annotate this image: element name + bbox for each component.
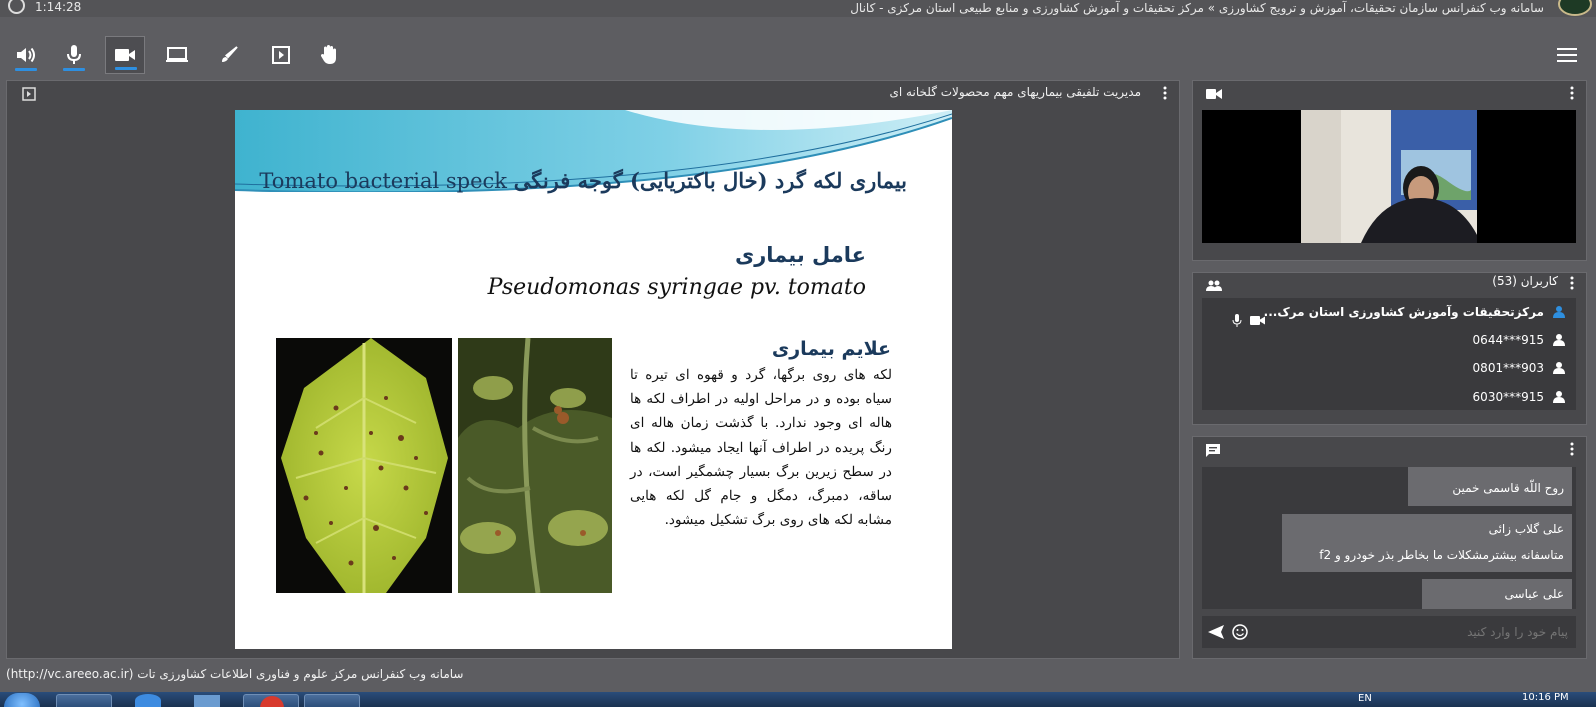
user-camera-icon — [1250, 316, 1265, 325]
taskbar-ie-icon[interactable] — [135, 694, 161, 707]
agent-name: Pseudomonas syringae pv. tomato — [487, 275, 866, 300]
user-microphone-icon — [1232, 314, 1242, 327]
chrome-icon — [260, 696, 284, 707]
taskbar-app-icon[interactable] — [194, 695, 220, 707]
users-title: کاربران (53) — [1492, 274, 1558, 288]
chat-icon — [1206, 444, 1220, 457]
users-list: مرکزتحقیقات وآموزش کشاورزی استان مرک... … — [1202, 298, 1576, 410]
whiteboard-button[interactable] — [209, 36, 249, 74]
taskbar-language[interactable]: EN — [1358, 693, 1372, 704]
microphone-icon — [67, 45, 81, 64]
emoji-icon[interactable] — [1232, 624, 1248, 640]
chat-messages: روح اللّه قاسمی خمین علی گلاب زائی متاسف… — [1202, 467, 1576, 609]
video-camera-icon — [1206, 89, 1222, 99]
users-options-icon[interactable] — [1570, 276, 1574, 290]
user-icon — [1553, 334, 1565, 346]
chat-message: علی گلاب زائی متاسفانه بیشترمشکلات ما بخ… — [1282, 514, 1572, 572]
user-item[interactable]: 915***0644 — [1473, 333, 1566, 347]
footer-text: سامانه وب کنفرانس مرکز علوم و فناوری اطل… — [6, 667, 464, 681]
agent-heading: عامل بیماری — [734, 243, 866, 267]
camera-icon — [115, 49, 135, 61]
symptoms-heading: علایم بیماری — [771, 338, 891, 360]
presentation-title: مدیریت تلفیقی بیماریهای مهم محصولات گلخا… — [889, 85, 1142, 99]
user-item[interactable]: 915***6030 — [1473, 390, 1566, 404]
brush-icon — [222, 46, 238, 62]
chat-message: علی عباسی — [1422, 579, 1572, 609]
speaker-icon — [17, 47, 35, 63]
menu-icon — [1557, 48, 1577, 62]
user-name: مرکزتحقیقات وآموزش کشاورزی استان مرک... — [1263, 305, 1544, 319]
leaf-spots-photo — [276, 338, 452, 593]
user-item[interactable]: مرکزتحقیقات وآموزش کشاورزی استان مرک... — [1264, 305, 1566, 319]
stem-spots-photo — [458, 338, 612, 593]
taskbar-app[interactable] — [304, 694, 360, 707]
title-bar: 1:14:28 سامانه وب کنفرانس سازمان تحقیقات… — [0, 0, 1596, 17]
symptoms-text: لکه های روی برگها، گرد و قهوه ای تیره تا… — [630, 367, 892, 529]
slide-title: بیماری لکه گرد (خال باکتریایی) گوجه فرنگ… — [259, 168, 907, 193]
chat-message-text: روح اللّه قاسمی خمین — [1452, 481, 1564, 495]
chat-message-sender: علی گلاب زائی — [1488, 522, 1564, 536]
send-icon[interactable] — [1208, 625, 1224, 639]
window-title: سامانه وب کنفرانس سازمان تحقیقات، آموزش … — [850, 1, 1544, 15]
windows-taskbar: EN 10:16 PM — [0, 692, 1596, 707]
presenter-video-feed — [1301, 110, 1477, 243]
user-name: 915***6030 — [1472, 390, 1544, 404]
raise-hand-icon — [320, 45, 336, 64]
user-name: 915***0644 — [1472, 333, 1544, 347]
taskbar-chrome[interactable] — [243, 694, 299, 707]
chat-message: روح اللّه قاسمی خمین — [1408, 467, 1572, 506]
user-name: 903***0801 — [1472, 361, 1544, 375]
start-button[interactable] — [4, 693, 40, 707]
user-icon — [1553, 362, 1565, 374]
slide: بیماری لکه گرد (خال باکتریایی) گوجه فرنگ… — [235, 110, 952, 649]
elapsed-time: 1:14:28 — [35, 0, 82, 14]
toolbar — [0, 32, 1596, 76]
webcam-panel — [1192, 80, 1587, 261]
raise-hand-button[interactable] — [309, 36, 349, 74]
chat-panel: روح اللّه قاسمی خمین علی گلاب زائی متاسف… — [1192, 436, 1587, 659]
users-panel: کاربران (53) مرکزتحقیقات وآموزش کشاورزی … — [1192, 272, 1587, 425]
chat-input[interactable] — [1256, 620, 1568, 644]
camera-button[interactable] — [105, 36, 145, 74]
slide-title-fa: بیماری لکه گرد (خال باکتریایی) گوجه فرنگ… — [513, 168, 907, 193]
organization-logo — [1558, 0, 1592, 16]
slide-title-en: Tomato bacterial speck — [259, 169, 508, 193]
webcam-options-icon[interactable] — [1570, 86, 1574, 100]
minimize-presentation-icon[interactable] — [22, 87, 36, 101]
user-item[interactable]: 903***0801 — [1473, 361, 1566, 375]
main-menu-button[interactable] — [1547, 36, 1587, 74]
media-button[interactable] — [261, 36, 301, 74]
speaker-button[interactable] — [6, 36, 46, 74]
screen-share-icon — [166, 47, 188, 62]
webcam-video — [1202, 110, 1576, 243]
chat-options-icon[interactable] — [1570, 442, 1574, 456]
clock-icon — [8, 0, 25, 14]
microphone-button[interactable] — [54, 36, 94, 74]
chat-message-text: علی عباسی — [1504, 587, 1564, 601]
chat-input-bar — [1202, 616, 1576, 648]
chat-message-text: متاسفانه بیشترمشکلات ما بخاطر بذر خودرو … — [1319, 548, 1564, 562]
users-icon — [1206, 280, 1222, 291]
taskbar-clock[interactable]: 10:16 PM — [1522, 692, 1569, 703]
user-icon — [1553, 391, 1565, 403]
play-icon — [272, 46, 290, 64]
screen-share-button[interactable] — [157, 36, 197, 74]
presenter-user-icon — [1553, 306, 1565, 318]
presentation-options-icon[interactable] — [1163, 86, 1167, 100]
taskbar-explorer[interactable] — [56, 694, 112, 707]
